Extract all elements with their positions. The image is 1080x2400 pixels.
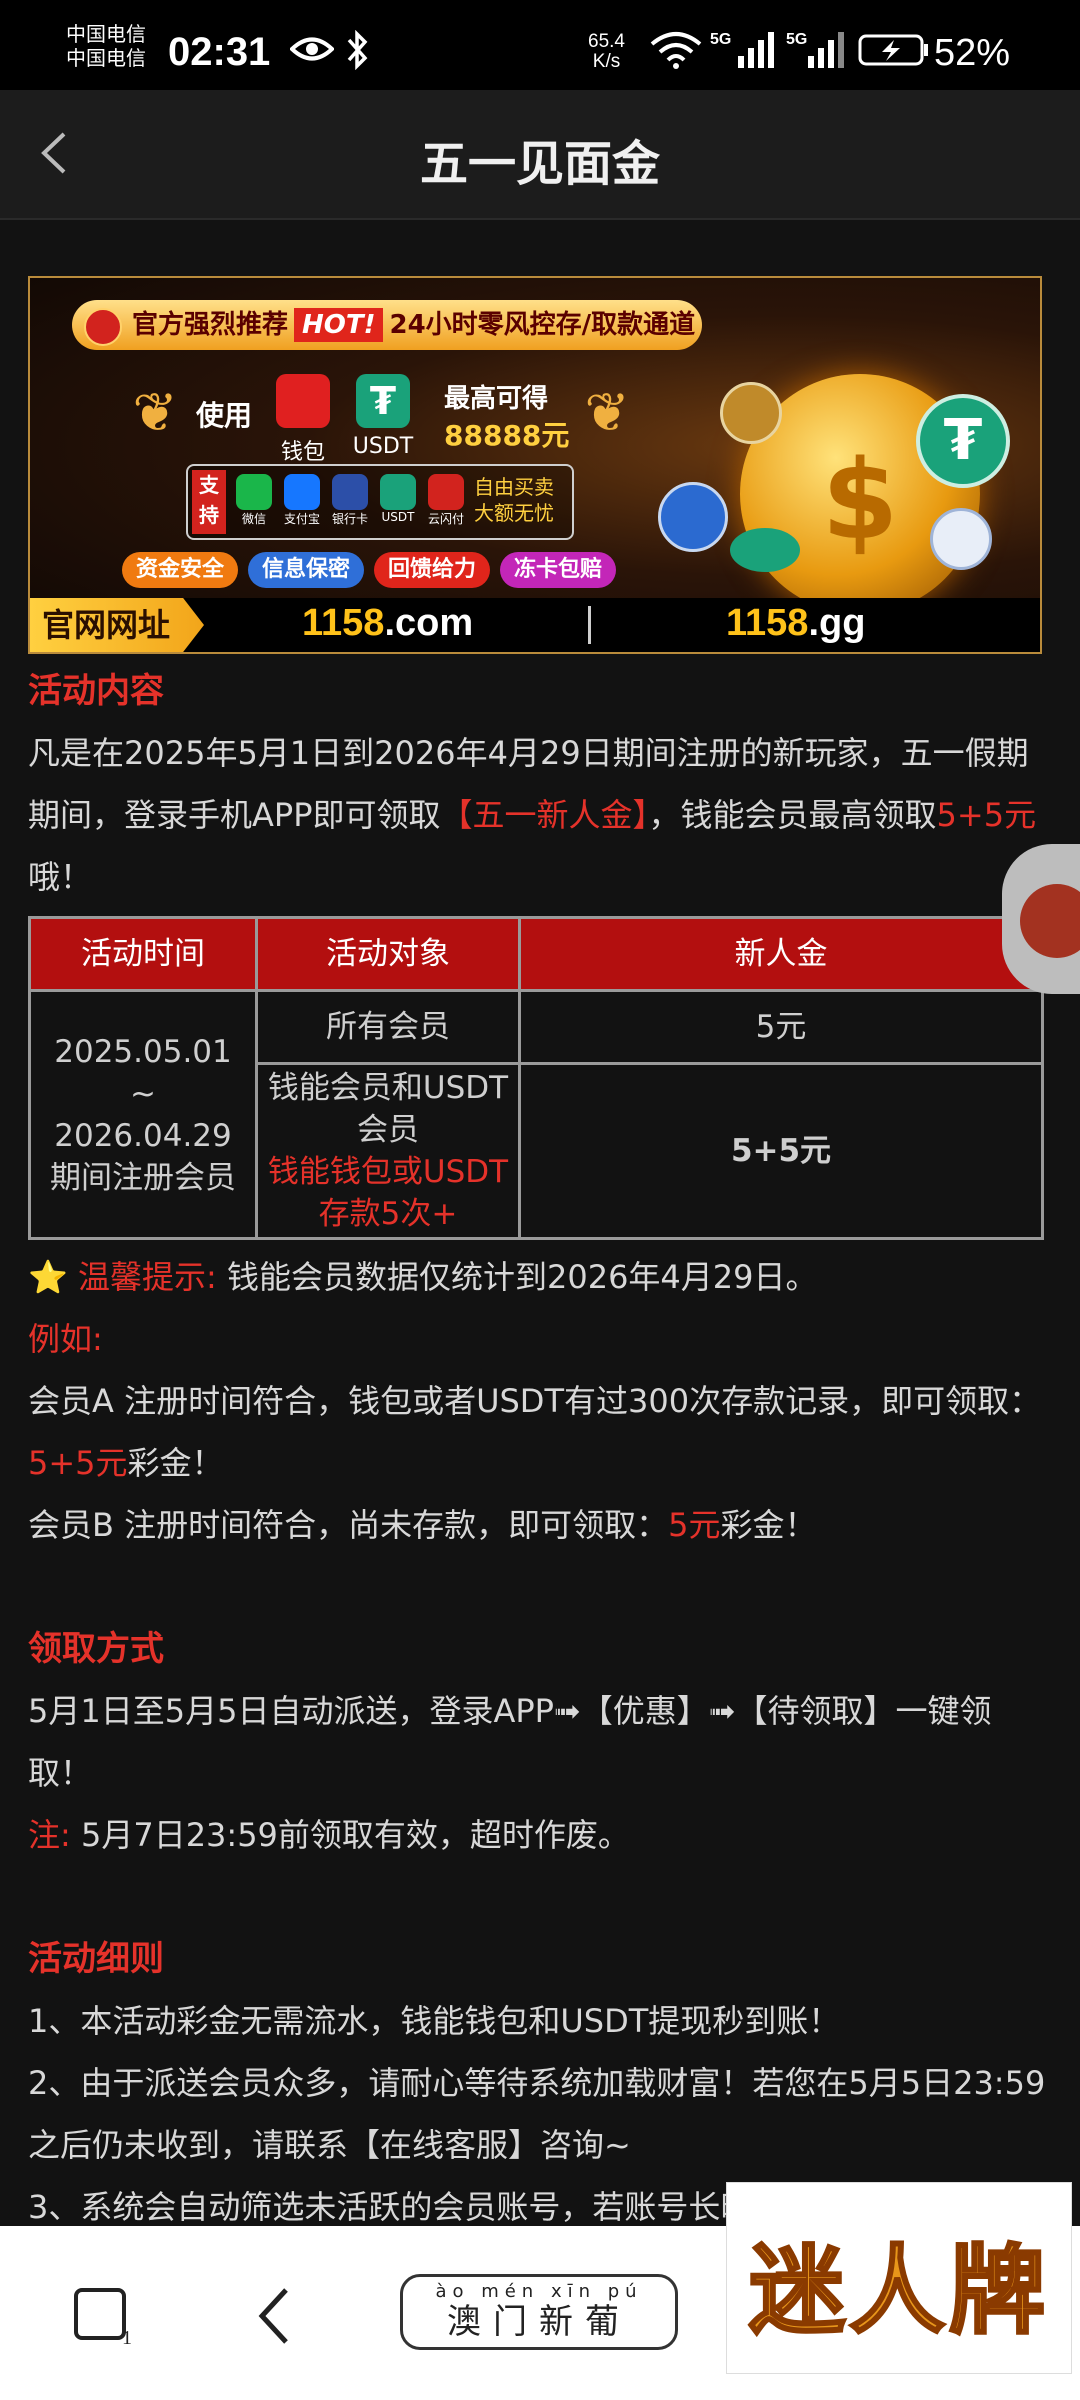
wallet-label: 钱包 [280,440,325,465]
pay-unionpay: 云闪付 [424,474,468,527]
pay-usdt: USDT [376,474,420,524]
bonus-cell: 5元 [518,989,1044,1065]
tabs-icon[interactable]: 1 [72,2286,134,2346]
title-bar: 五一见面金 [0,90,1080,220]
blue-coin-icon [658,482,728,552]
url-separator [588,606,591,644]
usdt-small-icon [380,474,416,510]
wifi-icon [650,32,702,69]
ad-logo-box[interactable]: 迷人牌 [726,2182,1072,2374]
brand-logo-icon [84,308,122,346]
table-header: 活动对象 [255,916,521,992]
section-title-claim: 领取方式 [28,1629,164,1669]
unionpay-icon [428,474,464,510]
banner-ribbon: 官方强烈推荐 HOT! 24小时零风控存/取款通道 [72,300,702,350]
svg-text:1: 1 [122,2327,132,2346]
status-bar: 中国电信 中国电信 02:31 65.4 K/s 5G 5G 52% [0,0,1080,90]
target-cell: 钱能会员和USDT会员 钱能钱包或USDT存款5次+ [255,1062,521,1240]
service-avatar-icon [1020,884,1080,958]
hot-badge: HOT! [294,308,384,342]
pay-wechat: 微信 [232,474,276,527]
ad-logo-text: 迷人牌 [748,2233,1049,2349]
example-b: 会员B 注册时间符合，尚未存款，即可领取：5元彩金！ [28,1506,817,1544]
note-line: 注: 5月7日23:59前领取有效，超时作废。 [28,1816,630,1854]
example-label: 例如: [28,1320,103,1358]
pay-alipay: 支付宝 [280,474,324,527]
pay-bankcard: 银行卡 [328,474,372,527]
table-row: 2025.05.01 ~ 2026.04.29 期间注册会员 所有会员 5元 [28,989,1044,1240]
n-coin-icon [930,508,992,570]
signal-icon-1: 5G [710,31,774,68]
max-label: 最高可得 [444,384,549,414]
bluetooth-icon [347,30,368,70]
section-title-rules: 活动细则 [28,1939,164,1979]
section-title-content: 活动内容 [28,671,164,711]
url-strip: 官网网址 1158.com 1158.gg [30,598,1040,652]
payment-methods-box: 支持 微信 支付宝 银行卡 USDT 云闪付 自由买卖 大额无忧 [186,464,574,540]
page-title: 五一见面金 [419,136,660,192]
svg-text:5G: 5G [710,31,731,48]
url-com[interactable]: 1158.com [302,602,473,645]
claim-paragraph: 5月1日至5月5日自动派送，登录APP➟【优惠】➟【待领取】一键领取！ [28,1692,992,1792]
floating-service-tab[interactable] [1002,844,1080,994]
tag-4: 冻卡包赔 [500,552,617,588]
tag-3: 回馈给力 [374,552,491,588]
laurel-right-icon: ❦ [584,381,630,444]
bankcard-icon [332,474,368,510]
carrier-1: 中国电信 [66,22,146,46]
brand-button[interactable]: ào mén xīn pú 澳门新葡 [400,2274,678,2350]
laurel-left-icon: ❦ [132,381,178,444]
carrier-labels: 中国电信 中国电信 [66,22,146,70]
example-a: 会员A 注册时间符合，钱包或者USDT有过300次存款记录，即可领取：5+5元彩… [28,1382,1042,1482]
usdt-label: USDT [352,434,414,459]
battery-percent: 52% [934,32,1011,74]
max-value: 88888元 [444,419,570,452]
table-header-row: 活动时间 活动对象 新人金 [28,916,1044,992]
net-speed: 65.4 K/s [588,31,625,72]
use-label: 使用 [196,399,253,432]
support-label: 支持 [192,470,226,534]
tip-line: ⭐ 温馨提示: 钱能会员数据仅统计到2026年4月29日。 [28,1258,818,1296]
url-label: 官网网址 [30,598,204,652]
table-header: 活动时间 [28,916,258,992]
nav-back-icon[interactable] [250,2282,300,2350]
pay-free-text: 自由买卖 大额无忧 [474,475,554,525]
activity-time-cell: 2025.05.01 ~ 2026.04.29 期间注册会员 [28,989,258,1240]
feature-tags: 资金安全 信息保密 回馈给力 冻卡包赔 [122,552,617,588]
tether-coin-icon: ₮ [916,394,1010,488]
star-icon: ⭐ [28,1258,68,1296]
tag-1: 资金安全 [122,552,239,588]
svg-text:5G: 5G [786,31,807,48]
activity-table: 活动时间 活动对象 新人金 2025.05.01 ~ 2026.04.29 期间… [28,916,1044,1240]
battery-charging-icon [858,34,928,66]
wallet-icon [276,374,330,428]
green-coin-stack-icon [730,528,800,572]
alipay-icon [284,474,320,510]
carrier-2: 中国电信 [66,46,146,70]
target-cell: 所有会员 [255,989,521,1065]
eye-icon [290,37,334,61]
url-gg[interactable]: 1158.gg [726,602,865,645]
clock: 02:31 [168,30,271,74]
wechat-icon [236,474,272,510]
bonus-cell: 5+5元 [518,1062,1044,1240]
usdt-icon: ₮ [356,374,410,428]
g-coin-icon [720,382,782,444]
intro-paragraph: 凡是在2025年5月1日到2026年4月29日期间注册的新玩家，五一假期期间，登… [28,734,1037,896]
article-content: 活动内容 凡是在2025年5月1日到2026年4月29日期间注册的新玩家，五一假… [28,660,1054,2238]
rule-item: 1、本活动彩金无需流水，钱能钱包和USDT提现秒到账！ [28,2002,841,2040]
promo-banner[interactable]: 官方强烈推荐 HOT! 24小时零风控存/取款通道 ❦ 使用 钱包 ₮ USDT 最… [28,276,1042,654]
tag-2: 信息保密 [248,552,365,588]
table-header: 新人金 [518,916,1044,992]
signal-icon-2: 5G [786,31,844,68]
rule-item: 2、由于派送会员众多，请耐心等待系统加载财富！若您在5月5日23:59之后仍未收… [28,2064,1046,2164]
